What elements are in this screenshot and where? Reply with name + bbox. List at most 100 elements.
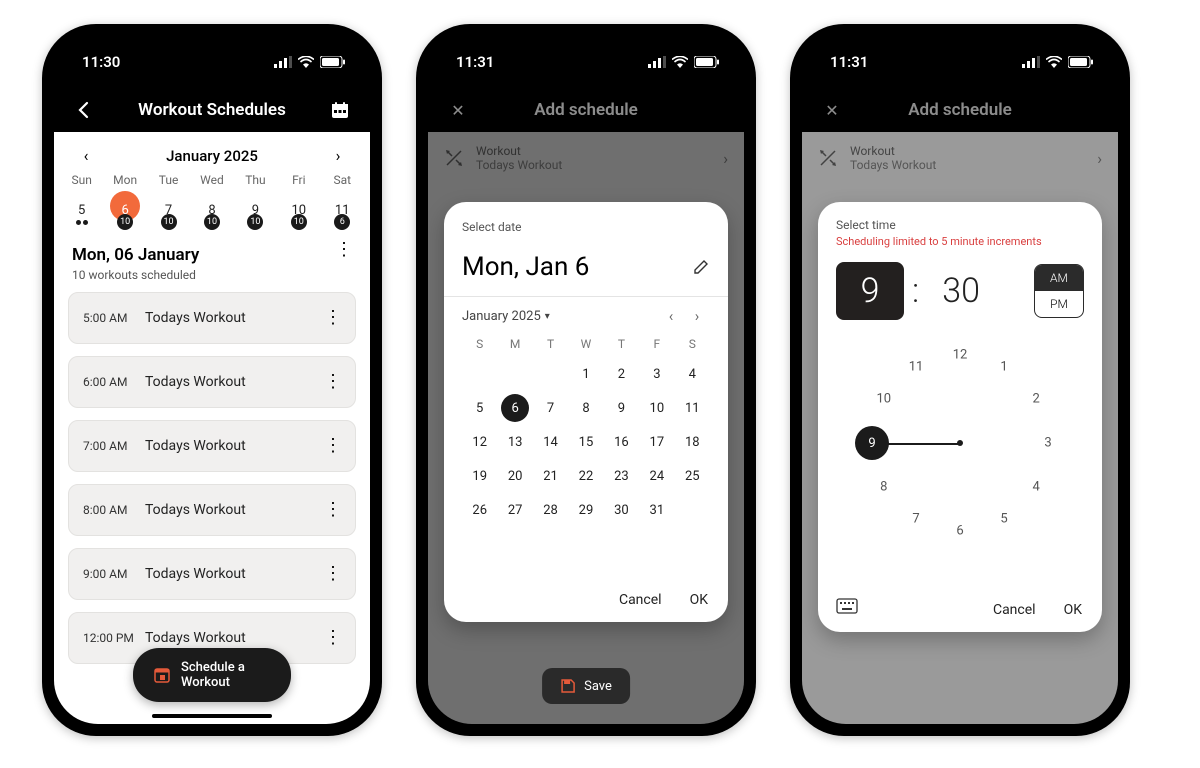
keyboard-icon[interactable] <box>836 598 858 614</box>
calendar-day[interactable]: 10 <box>639 397 674 419</box>
more-icon[interactable]: ⋮ <box>324 377 341 388</box>
next-month-icon[interactable]: › <box>684 307 710 325</box>
clock-hour[interactable]: 11 <box>904 359 928 374</box>
calendar-day[interactable]: 22 <box>568 465 603 487</box>
clock-hour[interactable]: 2 <box>1024 392 1048 407</box>
more-icon[interactable]: ⋮ <box>324 505 341 516</box>
calendar-day[interactable]: 21 <box>533 465 568 487</box>
pm-option[interactable]: PM <box>1035 291 1083 317</box>
clock-hour[interactable]: 4 <box>1024 480 1048 495</box>
workout-icon <box>818 148 838 168</box>
picker-month-label[interactable]: January 2025 <box>462 309 541 324</box>
clock-hour[interactable]: 5 <box>992 512 1016 527</box>
cancel-button[interactable]: Cancel <box>993 602 1036 618</box>
calendar-icon[interactable] <box>328 98 352 122</box>
dropdown-icon[interactable]: ▾ <box>545 311 550 322</box>
clock-hour[interactable]: 10 <box>872 392 896 407</box>
calendar-day[interactable]: 30 <box>604 499 639 521</box>
calendar-day[interactable]: 13 <box>497 431 532 453</box>
am-option[interactable]: AM <box>1035 265 1083 291</box>
calendar-day[interactable]: 4 <box>675 363 710 385</box>
workout-card[interactable]: 5:00 AMTodays Workout⋮ <box>68 292 356 344</box>
clock-hour[interactable]: 8 <box>872 480 896 495</box>
workout-card[interactable]: 6:00 AMTodays Workout⋮ <box>68 356 356 408</box>
calendar-day[interactable]: 25 <box>675 465 710 487</box>
schedule-workout-label: Schedule a Workout <box>181 660 271 690</box>
workout-card[interactable]: 7:00 AMTodays Workout⋮ <box>68 420 356 472</box>
calendar-day[interactable]: 7 <box>533 397 568 419</box>
clock-hour[interactable]: 12 <box>948 348 972 363</box>
day-cell[interactable]: 910 <box>234 191 277 229</box>
calendar-day[interactable]: 24 <box>639 465 674 487</box>
cancel-button[interactable]: Cancel <box>619 592 662 608</box>
workout-name: Todays Workout <box>145 310 324 326</box>
clock-hour[interactable]: 6 <box>948 524 972 539</box>
calendar-day[interactable]: 20 <box>497 465 532 487</box>
calendar-day[interactable]: 9 <box>604 397 639 419</box>
calendar-day[interactable]: 16 <box>604 431 639 453</box>
workout-time: 8:00 AM <box>83 503 145 517</box>
wifi-icon <box>1046 56 1062 68</box>
calendar-day[interactable]: 6 <box>497 397 532 419</box>
app-header: ✕ Add schedule <box>802 88 1118 132</box>
workout-card[interactable]: 9:00 AMTodays Workout⋮ <box>68 548 356 600</box>
calendar-day[interactable]: 28 <box>533 499 568 521</box>
next-month-icon[interactable]: › <box>328 146 348 165</box>
day-cell[interactable]: 610 <box>103 191 146 229</box>
calendar-day[interactable]: 19 <box>462 465 497 487</box>
calendar-day[interactable]: 3 <box>639 363 674 385</box>
calendar-day[interactable]: 17 <box>639 431 674 453</box>
phone-frame-3: 11:31 ✕ Add schedule Workout Todays Work… <box>790 24 1130 736</box>
workout-name: Todays Workout <box>145 566 324 582</box>
day-cell[interactable]: 116 <box>321 191 364 229</box>
clock-face[interactable]: 121234567891011 <box>855 338 1065 548</box>
wifi-icon <box>672 56 688 68</box>
calendar-day[interactable]: 1 <box>568 363 603 385</box>
ampm-toggle[interactable]: AM PM <box>1034 264 1084 318</box>
day-cell[interactable]: 1010 <box>277 191 320 229</box>
more-icon[interactable]: ⋮ <box>335 245 352 256</box>
back-icon[interactable] <box>72 98 96 122</box>
more-icon[interactable]: ⋮ <box>324 441 341 452</box>
prev-month-icon[interactable]: ‹ <box>658 307 684 325</box>
calendar-day[interactable]: 2 <box>604 363 639 385</box>
ok-button[interactable]: OK <box>1064 602 1082 618</box>
calendar-day[interactable]: 23 <box>604 465 639 487</box>
ok-button[interactable]: OK <box>690 592 708 608</box>
save-button[interactable]: Save <box>542 668 630 704</box>
day-cell[interactable]: 5 <box>60 191 103 229</box>
clock-hour[interactable]: 1 <box>992 359 1016 374</box>
workout-card[interactable]: 8:00 AMTodays Workout⋮ <box>68 484 356 536</box>
workout-name: Todays Workout <box>145 502 324 518</box>
calendar-day[interactable]: 26 <box>462 499 497 521</box>
edit-icon[interactable] <box>692 258 710 276</box>
calendar-day[interactable]: 29 <box>568 499 603 521</box>
calendar-day[interactable]: 15 <box>568 431 603 453</box>
calendar-day[interactable]: 12 <box>462 431 497 453</box>
calendar-day[interactable]: 8 <box>568 397 603 419</box>
minute-input[interactable]: 30 <box>927 271 995 311</box>
phone-frame-1: 11:30 Workout Schedules ‹ January 2025 ›… <box>42 24 382 736</box>
prev-month-icon[interactable]: ‹ <box>76 146 96 165</box>
more-icon[interactable]: ⋮ <box>324 633 341 644</box>
schedule-workout-button[interactable]: Schedule a Workout <box>133 648 291 702</box>
hour-input[interactable]: 9 <box>836 262 904 320</box>
close-icon[interactable]: ✕ <box>446 98 470 122</box>
more-icon[interactable]: ⋮ <box>324 569 341 580</box>
calendar-day[interactable]: 31 <box>639 499 674 521</box>
calendar-day[interactable]: 5 <box>462 397 497 419</box>
weekday-label: S <box>462 337 497 351</box>
calendar-day[interactable]: 18 <box>675 431 710 453</box>
calendar-day[interactable]: 14 <box>533 431 568 453</box>
workout-row[interactable]: Workout Todays Workout › <box>802 132 1118 184</box>
more-icon[interactable]: ⋮ <box>324 313 341 324</box>
close-icon[interactable]: ✕ <box>820 98 844 122</box>
workout-time: 12:00 PM <box>83 631 145 645</box>
clock-hour[interactable]: 3 <box>1036 436 1060 451</box>
clock-hour[interactable]: 7 <box>904 512 928 527</box>
day-cell[interactable]: 710 <box>147 191 190 229</box>
day-cell[interactable]: 810 <box>190 191 233 229</box>
clock-selected[interactable]: 9 <box>855 426 889 460</box>
calendar-day[interactable]: 27 <box>497 499 532 521</box>
calendar-day[interactable]: 11 <box>675 397 710 419</box>
